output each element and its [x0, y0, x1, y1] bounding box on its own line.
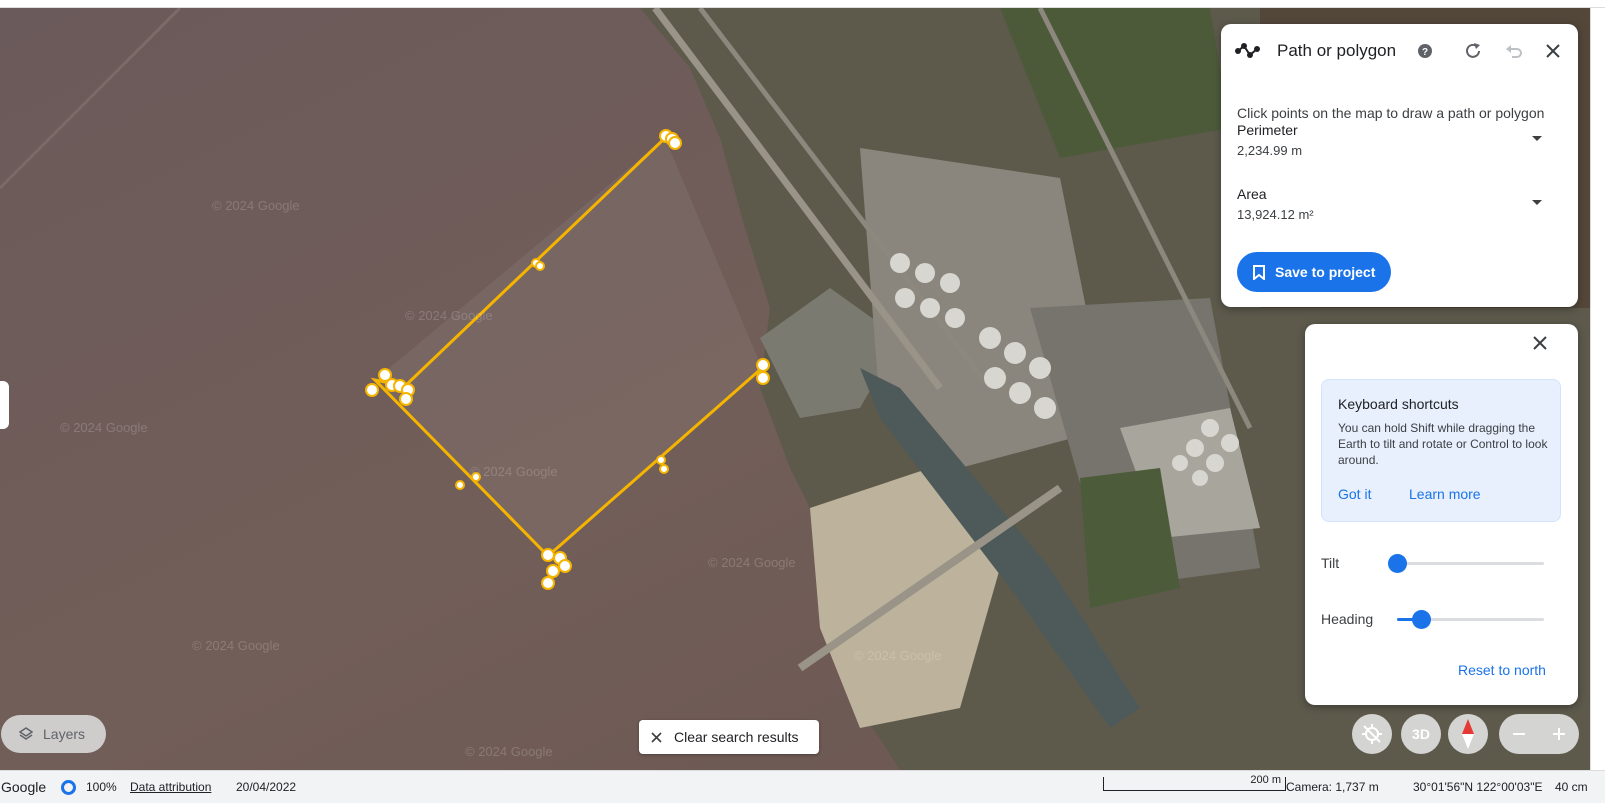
close-icon[interactable] — [1528, 331, 1552, 355]
close-icon — [651, 731, 662, 743]
imagery-date: 20/04/2022 — [236, 780, 297, 794]
google-logo: Google — [1, 779, 47, 795]
minus-icon — [1513, 733, 1525, 735]
camera-altitude: Camera: 1,737 m — [1286, 780, 1379, 794]
clear-search-label: Clear search results — [674, 729, 799, 745]
layers-icon — [19, 727, 33, 740]
data-attribution-link[interactable]: Data attribution — [130, 780, 211, 794]
layers-button[interactable]: Layers — [1, 715, 106, 753]
map-watermark: © 2024 Google — [708, 555, 796, 570]
bookmark-icon — [1253, 264, 1265, 280]
measure-panel-header: Path or polygon ? — [1221, 24, 1578, 80]
chevron-down-icon[interactable] — [1532, 200, 1542, 205]
learn-more-link[interactable]: Learn more — [1409, 486, 1481, 502]
area-value: 13,924.12 m² — [1237, 207, 1314, 222]
zoom-in-button[interactable] — [1539, 714, 1579, 754]
help-icon[interactable]: ? — [1416, 42, 1434, 60]
measure-panel: Path or polygon ? Click points on the ma… — [1221, 24, 1578, 307]
scale-label: 200 m — [1250, 774, 1281, 786]
perimeter-label: Perimeter — [1237, 122, 1298, 138]
load-percent: 100% — [86, 780, 117, 794]
heading-slider[interactable] — [1397, 610, 1544, 629]
right-edge-strip — [1590, 8, 1605, 770]
scale-bar: 200 m — [1103, 774, 1286, 791]
map-watermark: © 2024 Google — [854, 648, 942, 663]
svg-text:?: ? — [1422, 47, 1428, 58]
zoom-controls — [1499, 714, 1579, 754]
view-3d-button[interactable]: 3D — [1401, 714, 1441, 754]
photo-toggle-button[interactable] — [1352, 714, 1392, 754]
shortcuts-title: Keyboard shortcuts — [1338, 396, 1459, 412]
keyboard-shortcuts-card: Keyboard shortcuts You can hold Shift wh… — [1321, 379, 1561, 522]
panel-title: Path or polygon — [1277, 41, 1397, 60]
earth-app: © 2024 Google © 2024 Google © 2024 Googl… — [0, 0, 1605, 803]
coordinates: 30°01'56"N 122°00'03"E — [1413, 780, 1543, 794]
loading-ring-icon — [61, 780, 76, 795]
perimeter-value: 2,234.99 m — [1237, 143, 1303, 158]
clear-search-results-button[interactable]: Clear search results — [639, 720, 819, 754]
compass-button[interactable] — [1448, 714, 1488, 754]
layers-label: Layers — [43, 726, 86, 742]
undo-icon[interactable] — [1502, 39, 1526, 63]
chevron-down-icon[interactable] — [1532, 136, 1542, 141]
compass-icon — [1462, 719, 1474, 749]
heading-slider-thumb[interactable] — [1411, 610, 1431, 629]
save-to-project-button[interactable]: Save to project — [1237, 252, 1391, 292]
tilt-label: Tilt — [1321, 555, 1340, 571]
plus-icon — [1553, 728, 1565, 740]
status-bar: Google 100% Data attribution 20/04/2022 … — [0, 770, 1605, 803]
elevation: 40 cm — [1555, 780, 1588, 794]
map-watermark: © 2024 Google — [192, 638, 280, 653]
navigation-panel: Keyboard shortcuts You can hold Shift wh… — [1305, 324, 1578, 705]
zoom-out-button[interactable] — [1499, 714, 1539, 754]
refresh-icon[interactable] — [1461, 39, 1485, 63]
top-strip — [0, 0, 1605, 8]
map-watermark: © 2024 Google — [405, 308, 493, 323]
tilt-slider-thumb[interactable] — [1388, 554, 1407, 573]
heading-label: Heading — [1321, 611, 1374, 627]
no-photo-icon — [1362, 724, 1382, 744]
map-watermark: © 2024 Google — [470, 464, 558, 479]
save-button-label: Save to project — [1275, 264, 1376, 280]
shortcuts-body: You can hold Shift while dragging the Ea… — [1338, 421, 1548, 467]
path-polygon-icon — [1235, 41, 1261, 61]
side-panel-toggle[interactable] — [0, 381, 9, 429]
panel-description: Click points on the map to draw a path o… — [1237, 105, 1545, 121]
reset-to-north-link[interactable]: Reset to north — [1458, 662, 1546, 678]
area-label: Area — [1237, 186, 1267, 202]
close-icon[interactable] — [1541, 39, 1565, 63]
got-it-button[interactable]: Got it — [1338, 486, 1371, 502]
map-watermark: © 2024 Google — [60, 420, 148, 435]
tilt-slider[interactable] — [1388, 554, 1544, 573]
map-watermark: © 2024 Google — [465, 744, 553, 759]
map-watermark: © 2024 Google — [212, 198, 300, 213]
